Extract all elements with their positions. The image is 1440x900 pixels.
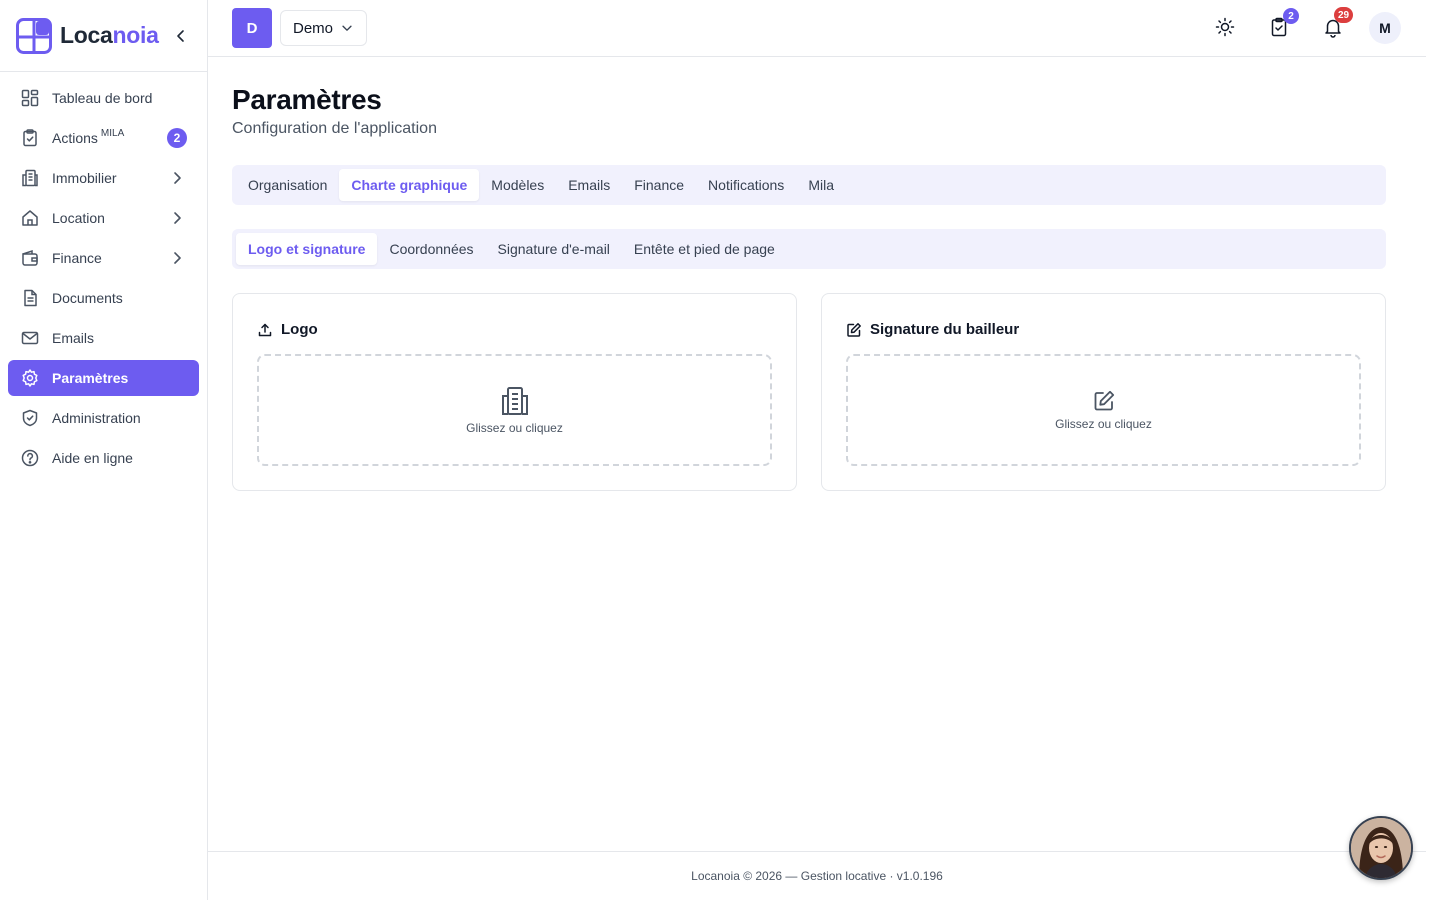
sidebar-item-label: Location [52,210,105,226]
dashboard-icon [20,88,40,108]
wallet-icon [20,248,40,268]
sidebar-item-label: Administration [52,410,141,426]
subtab-signature-email[interactable]: Signature d'e-mail [486,233,622,265]
sidebar-item-label: Actions [52,130,98,146]
sidebar-item-actions[interactable]: Actions MILA 2 [8,120,199,156]
org-select-value: Demo [293,19,334,37]
chevron-right-icon [174,252,181,264]
sidebar-item-administration[interactable]: Administration [8,400,199,436]
assistant-avatar-icon [1351,818,1411,878]
chevron-right-icon [174,172,181,184]
logo-card-header: Logo [257,321,318,338]
sidebar-item-label: Documents [52,290,123,306]
tab-charte-graphique[interactable]: Charte graphique [339,169,480,201]
notifications-count-badge: 29 [1334,7,1354,23]
sidebar-item-location[interactable]: Location [8,200,199,236]
chevron-right-icon [174,212,181,224]
document-icon [20,288,40,308]
logo-dropzone-text: Glissez ou cliquez [466,421,563,435]
sidebar: Locanoia Tableau de bord Actions MILA 2 I… [0,0,208,900]
footer: Locanoia © 2026 — Gestion locative · v1.… [208,851,1426,900]
page-title: Paramètres [232,84,382,115]
sun-icon [1215,17,1235,37]
sidebar-item-label: Paramètres [52,370,129,386]
tab-mila[interactable]: Mila [796,169,846,201]
signature-card-header: Signature du bailleur [846,321,1019,338]
shield-icon [20,408,40,428]
clipboard-check-icon [20,128,40,148]
tab-finance[interactable]: Finance [622,169,696,201]
sidebar-item-label: Aide en ligne [52,450,133,466]
sidebar-item-aide-en-ligne[interactable]: Aide en ligne [8,440,199,476]
page-subtitle: Configuration de l'application [232,120,437,137]
tab-organisation[interactable]: Organisation [236,169,339,201]
subtab-logo-et-signature[interactable]: Logo et signature [236,233,378,265]
signature-dropzone-text: Glissez ou cliquez [1055,417,1152,431]
brand-name: Locanoia [60,22,159,48]
sidebar-item-label: Finance [52,250,102,266]
settings-tabs: Organisation Charte graphique Modèles Em… [232,165,1386,205]
topbar: D Demo 2 29 M [208,0,1426,57]
org-select[interactable]: Demo [280,10,367,46]
collapse-sidebar-icon[interactable] [173,28,189,44]
charte-subtabs: Logo et signature Coordonnées Signature … [232,229,1386,269]
home-icon [20,208,40,228]
theme-toggle-button[interactable] [1214,16,1236,38]
sidebar-item-label: Tableau de bord [52,90,153,106]
actions-count-badge: 2 [167,128,187,148]
mila-assistant-button[interactable] [1349,816,1413,880]
subtab-entete-pied-de-page[interactable]: Entête et pied de page [622,233,787,265]
signature-card-title: Signature du bailleur [870,321,1020,338]
sidebar-item-documents[interactable]: Documents [8,280,199,316]
tasks-count-badge: 2 [1283,8,1299,24]
mila-superscript: MILA [100,127,125,139]
sidebar-item-label: Immobilier [52,170,117,186]
building-icon [501,387,528,415]
tab-emails[interactable]: Emails [556,169,622,201]
upload-icon [257,322,273,338]
sidebar-item-immobilier[interactable]: Immobilier [8,160,199,196]
locanoia-logo-icon[interactable] [16,17,52,54]
org-avatar[interactable]: D [232,8,272,48]
main-content: Paramètres Configuration de l'applicatio… [208,57,1426,851]
signature-dropzone[interactable]: Glissez ou cliquez [846,354,1361,466]
logo-dropzone[interactable]: Glissez ou cliquez [257,354,772,466]
chevron-down-icon [342,25,352,31]
building-icon [20,168,40,188]
gear-icon [20,368,40,388]
brand-header: Locanoia [0,0,207,72]
sidebar-item-tableau-de-bord[interactable]: Tableau de bord [8,80,199,116]
user-avatar[interactable]: M [1369,12,1401,44]
tab-modeles[interactable]: Modèles [479,169,556,201]
tab-notifications[interactable]: Notifications [696,169,796,201]
logo-card-title: Logo [281,321,318,338]
subtab-coordonnees[interactable]: Coordonnées [377,233,485,265]
sidebar-item-parametres[interactable]: Paramètres [8,360,199,396]
edit-icon [1094,390,1114,411]
sidebar-item-label: Emails [52,330,95,346]
sidebar-item-finance[interactable]: Finance [8,240,199,276]
logo-card: Logo Glissez ou cliquez [232,293,797,491]
help-icon [20,448,40,468]
signature-card: Signature du bailleur Glissez ou cliquez [821,293,1386,491]
sidebar-item-emails[interactable]: Emails [8,320,199,356]
footer-text: Locanoia © 2026 — Gestion locative · v1.… [691,869,943,883]
sidebar-nav: Tableau de bord Actions MILA 2 Immobilier… [0,72,207,488]
mail-icon [20,328,40,348]
edit-icon [846,322,862,338]
